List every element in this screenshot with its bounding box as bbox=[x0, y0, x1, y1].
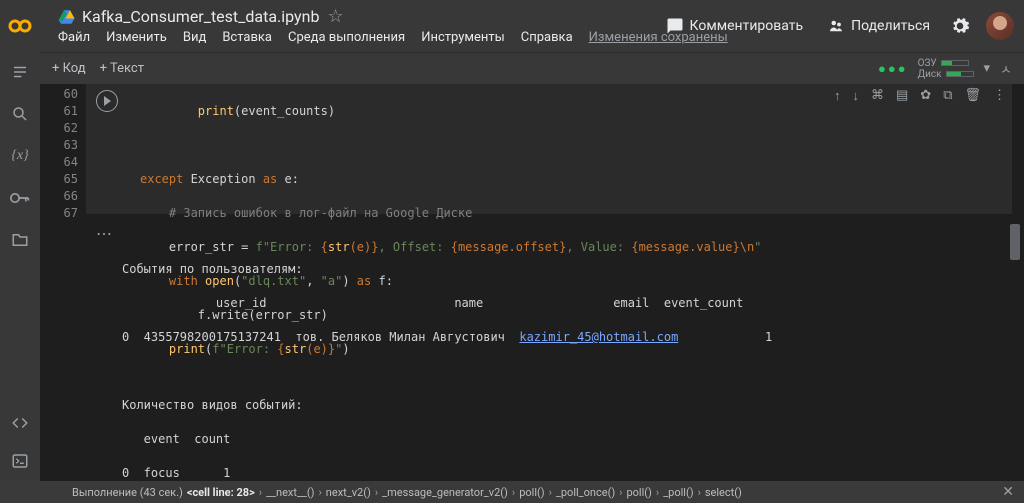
gear-icon bbox=[950, 16, 970, 36]
stack-frame[interactable]: _poll() bbox=[663, 486, 693, 499]
busy-indicator: ●●● bbox=[878, 61, 908, 77]
code-snippets-icon[interactable] bbox=[10, 413, 30, 433]
cell-output: События по пользователям: user_id name e… bbox=[122, 244, 1004, 481]
menu-help[interactable]: Справка bbox=[521, 30, 573, 45]
link-icon[interactable]: ⌘ bbox=[871, 88, 884, 104]
add-code-button[interactable]: + Код bbox=[52, 61, 86, 76]
toc-icon[interactable] bbox=[10, 62, 30, 82]
line-gutter: 6061626364656667 bbox=[54, 86, 78, 222]
comment-label: Комментировать bbox=[690, 18, 804, 34]
run-button[interactable] bbox=[96, 90, 118, 112]
left-sidebar: {x} bbox=[0, 52, 40, 481]
cell-toolbar: + Код + Текст ●●● ОЗУ Диск ▾ ㅅ bbox=[40, 52, 1024, 84]
share-icon bbox=[827, 17, 845, 35]
exec-status: Выполнение (43 сек.) bbox=[72, 486, 183, 499]
delete-icon[interactable]: 🗑 bbox=[964, 88, 981, 104]
stack-frame[interactable]: next_v2() bbox=[326, 486, 371, 499]
stack-frame[interactable]: <cell line: 28> bbox=[187, 486, 255, 499]
header-actions: Комментировать Поделиться bbox=[656, 10, 1014, 42]
stack-frame[interactable]: poll() bbox=[626, 486, 651, 499]
email-link[interactable]: kazimir_45@hotmail.com bbox=[519, 330, 678, 344]
collapse-caret[interactable]: ㅅ bbox=[1000, 59, 1012, 78]
stack-frame[interactable]: select() bbox=[705, 486, 742, 499]
colab-logo[interactable] bbox=[8, 14, 32, 38]
move-down-icon[interactable]: ↓ bbox=[852, 88, 859, 104]
menu-view[interactable]: Вид bbox=[183, 30, 206, 45]
menu-tools[interactable]: Инструменты bbox=[421, 30, 505, 45]
stack-frame[interactable]: _message_generator_v2() bbox=[382, 486, 508, 499]
stack-frame[interactable]: poll() bbox=[519, 486, 544, 499]
cell-more-icon[interactable]: ⋮ bbox=[993, 88, 1006, 104]
share-label: Поделиться bbox=[851, 18, 930, 34]
runtime-menu-caret[interactable]: ▾ bbox=[984, 61, 991, 76]
cell-action-bar: ↑ ↓ ⌘ ▤ ✿ ⧉ 🗑 ⋮ bbox=[834, 88, 1006, 104]
terminal-icon[interactable] bbox=[10, 451, 30, 471]
variables-icon[interactable]: {x} bbox=[10, 146, 30, 166]
search-icon[interactable] bbox=[10, 104, 30, 124]
mirror-icon[interactable]: ⧉ bbox=[943, 88, 952, 104]
comment-icon bbox=[666, 17, 684, 35]
comment-button[interactable]: Комментировать bbox=[656, 11, 814, 41]
notebook-area: ↑ ↓ ⌘ ▤ ✿ ⧉ 🗑 ⋮ 6061626364656667 print(e… bbox=[40, 84, 1024, 481]
star-icon[interactable]: ☆ bbox=[327, 6, 343, 27]
resource-meter[interactable]: ОЗУ Диск bbox=[918, 58, 974, 80]
menu-edit[interactable]: Изменить bbox=[106, 30, 167, 45]
stack-frame[interactable]: __next__() bbox=[266, 486, 314, 499]
title-row: Kafka_Consumer_test_data.ipynb ☆ bbox=[58, 6, 344, 27]
menubar: Файл Изменить Вид Вставка Среда выполнен… bbox=[58, 30, 728, 45]
cell-settings-icon[interactable]: ✿ bbox=[920, 88, 931, 104]
ram-label: ОЗУ bbox=[918, 58, 937, 69]
drive-icon bbox=[58, 8, 76, 26]
menu-runtime[interactable]: Среда выполнения bbox=[288, 30, 405, 45]
close-status-icon[interactable]: ✕ bbox=[1002, 484, 1014, 500]
share-button[interactable]: Поделиться bbox=[817, 11, 940, 41]
menu-insert[interactable]: Вставка bbox=[222, 30, 272, 45]
output-scrollbar[interactable] bbox=[1010, 224, 1020, 475]
move-up-icon[interactable]: ↑ bbox=[834, 88, 841, 104]
cell-comment-icon[interactable]: ▤ bbox=[896, 88, 908, 104]
status-bar: Выполнение (43 сек.) <cell line: 28>› __… bbox=[0, 481, 1024, 503]
avatar[interactable] bbox=[986, 12, 1014, 40]
output-menu-icon[interactable]: ⋯ bbox=[96, 224, 113, 243]
files-icon[interactable] bbox=[10, 230, 30, 250]
settings-button[interactable] bbox=[944, 10, 976, 42]
disk-label: Диск bbox=[918, 69, 942, 80]
secrets-icon[interactable] bbox=[10, 188, 30, 208]
notebook-title[interactable]: Kafka_Consumer_test_data.ipynb bbox=[82, 7, 319, 26]
stack-frame[interactable]: _poll_once() bbox=[556, 486, 615, 499]
add-text-button[interactable]: + Текст bbox=[100, 61, 144, 76]
menu-file[interactable]: Файл bbox=[58, 30, 90, 45]
